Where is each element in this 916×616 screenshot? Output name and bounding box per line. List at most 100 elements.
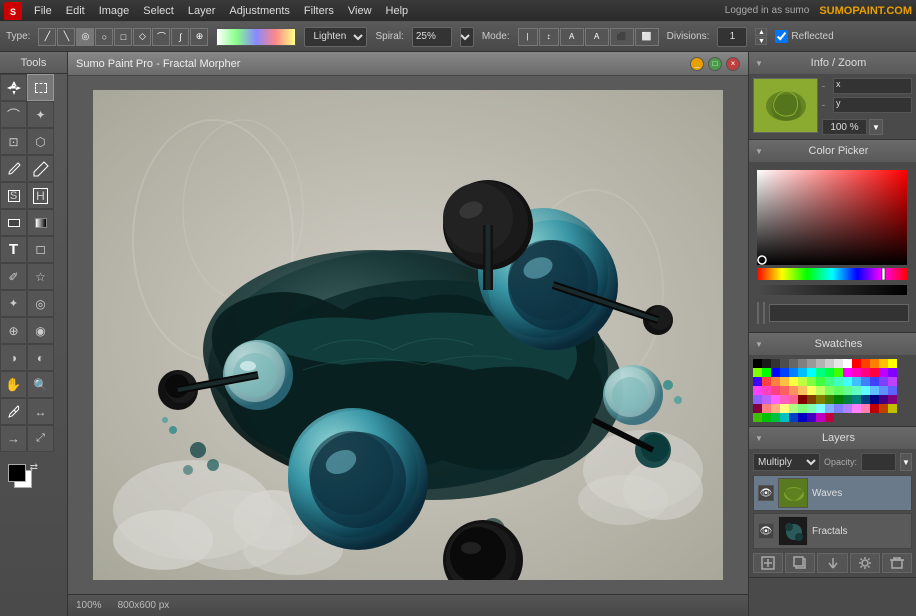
swatch-66[interactable] [771, 395, 780, 404]
swatch-36[interactable] [789, 377, 798, 386]
swatch-14[interactable] [879, 359, 888, 368]
swatch-79[interactable] [888, 395, 897, 404]
eyedropper-tool[interactable] [0, 398, 27, 425]
gradient-tool[interactable] [27, 209, 54, 236]
swatch-47[interactable] [888, 377, 897, 386]
mode-btn-d[interactable]: ⬜ [635, 28, 659, 46]
swatch-72[interactable] [825, 395, 834, 404]
swatch-15[interactable] [888, 359, 897, 368]
mode-btn-c[interactable]: ⬛ [610, 28, 634, 46]
swatch-3[interactable] [780, 359, 789, 368]
history-brush-tool[interactable]: H [27, 182, 54, 209]
swatch-61[interactable] [870, 386, 879, 395]
menu-adjustments[interactable]: Adjustments [223, 3, 296, 19]
swatch-86[interactable] [807, 404, 816, 413]
swatch-70[interactable] [807, 395, 816, 404]
swatch-56[interactable] [825, 386, 834, 395]
swatch-54[interactable] [807, 386, 816, 395]
zoom-tool[interactable]: 🔍 [27, 371, 54, 398]
swatch-99[interactable] [780, 413, 789, 422]
type-icon-7[interactable]: ⌒ [152, 28, 170, 46]
swatch-91[interactable] [852, 404, 861, 413]
swatch-74[interactable] [843, 395, 852, 404]
swatch-16[interactable] [753, 368, 762, 377]
swatch-82[interactable] [771, 404, 780, 413]
swatch-85[interactable] [798, 404, 807, 413]
swatch-71[interactable] [816, 395, 825, 404]
swatch-27[interactable] [852, 368, 861, 377]
swatch-62[interactable] [879, 386, 888, 395]
swatch-6[interactable] [807, 359, 816, 368]
type-icon-3[interactable]: ◎ [76, 28, 94, 46]
layer-settings-button[interactable] [850, 553, 880, 573]
swatch-35[interactable] [780, 377, 789, 386]
reflected-checkbox[interactable] [775, 30, 788, 43]
blur-tool[interactable]: ◉ [27, 317, 54, 344]
divisions-up[interactable]: ▲ [755, 28, 767, 36]
swatch-57[interactable] [834, 386, 843, 395]
pencil-tool[interactable] [27, 155, 54, 182]
selection-rect-tool[interactable] [27, 74, 54, 101]
zoom-arrow[interactable]: ▼ [869, 119, 883, 135]
swatch-43[interactable] [852, 377, 861, 386]
info-zoom-header[interactable]: ▼ Info / Zoom [749, 52, 916, 74]
clone-stamp-tool[interactable]: S [0, 182, 27, 209]
swatch-60[interactable] [861, 386, 870, 395]
swatch-37[interactable] [798, 377, 807, 386]
swatch-22[interactable] [807, 368, 816, 377]
menu-filters[interactable]: Filters [298, 3, 340, 19]
foreground-color-preview[interactable] [757, 302, 759, 324]
menu-select[interactable]: Select [137, 3, 180, 19]
swatch-78[interactable] [879, 395, 888, 404]
spiral-size-select[interactable] [460, 27, 474, 47]
lasso-tool[interactable]: ⌒ [0, 101, 27, 128]
divisions-down[interactable]: ▼ [755, 37, 767, 45]
swatch-20[interactable] [789, 368, 798, 377]
layer-eye-fractals[interactable]: 👁 [758, 523, 774, 539]
swatch-100[interactable] [789, 413, 798, 422]
dodge-tool[interactable]: ◑ [0, 344, 27, 371]
layer-eye-waves[interactable]: 👁 [758, 485, 774, 501]
swatch-53[interactable] [798, 386, 807, 395]
swatch-17[interactable] [762, 368, 771, 377]
swatch-68[interactable] [789, 395, 798, 404]
swatch-28[interactable] [861, 368, 870, 377]
swatch-52[interactable] [789, 386, 798, 395]
main-canvas[interactable] [93, 90, 723, 580]
pen-tool[interactable]: ✐ [0, 263, 27, 290]
swatch-5[interactable] [798, 359, 807, 368]
burn-tool[interactable]: ◐ [27, 344, 54, 371]
crop-tool[interactable]: ⊡ [0, 128, 27, 155]
layer-item-waves[interactable]: 👁 Waves [753, 475, 912, 511]
swatch-87[interactable] [816, 404, 825, 413]
menu-layer[interactable]: Layer [182, 3, 222, 19]
swap-colors[interactable]: ⇄ [30, 462, 38, 473]
swatch-96[interactable] [753, 413, 762, 422]
swatch-19[interactable] [780, 368, 789, 377]
swatch-93[interactable] [870, 404, 879, 413]
hue-bar-wrapper[interactable] [757, 268, 908, 283]
menu-file[interactable]: File [28, 3, 58, 19]
delete-layer-button[interactable] [882, 553, 912, 573]
color-spectrum-wrapper[interactable] [757, 170, 907, 265]
layers-header[interactable]: ▼ Layers [749, 427, 916, 449]
new-layer-button[interactable] [753, 553, 783, 573]
swatch-73[interactable] [834, 395, 843, 404]
swatch-7[interactable] [816, 359, 825, 368]
swatch-39[interactable] [816, 377, 825, 386]
swatch-102[interactable] [807, 413, 816, 422]
swatch-98[interactable] [771, 413, 780, 422]
swatch-46[interactable] [879, 377, 888, 386]
blend-mode-select[interactable]: MultiplyNormalScreen [753, 453, 820, 471]
type-icon-1[interactable]: ╱ [38, 28, 56, 46]
spiral-input[interactable] [412, 27, 452, 47]
divisions-spinner[interactable]: ▲ ▼ [755, 28, 767, 45]
minimize-button[interactable]: _ [690, 57, 704, 71]
measure-tool[interactable]: ↔ [27, 398, 54, 425]
swatch-76[interactable] [861, 395, 870, 404]
swatch-41[interactable] [834, 377, 843, 386]
swatch-42[interactable] [843, 377, 852, 386]
swatch-18[interactable] [771, 368, 780, 377]
type-icon-8[interactable]: ∫ [171, 28, 189, 46]
text-tool[interactable]: T [0, 236, 27, 263]
